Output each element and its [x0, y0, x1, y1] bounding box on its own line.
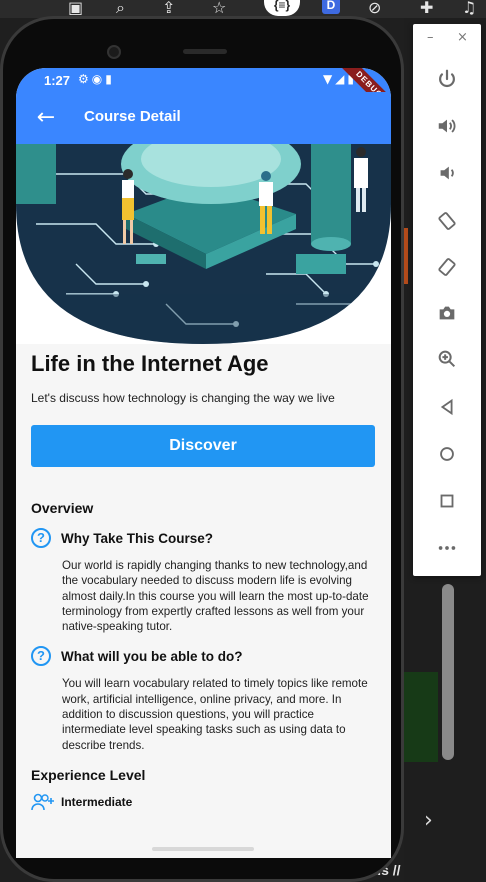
volume-up-icon	[438, 119, 456, 133]
rotate-right-icon	[438, 258, 456, 276]
more-horizontal-icon	[438, 546, 456, 550]
rotate-right-button[interactable]	[430, 250, 464, 284]
back-nav-button[interactable]	[430, 390, 464, 424]
people-add-icon	[31, 793, 54, 811]
back-triangle-icon	[440, 398, 453, 416]
overview-nav-button[interactable]	[430, 484, 464, 518]
app-bar: ← Course Detail	[16, 92, 391, 144]
emulator-minimize-button[interactable]: –	[427, 30, 434, 45]
rotate-left-icon	[438, 212, 456, 230]
zoom-in-icon	[438, 350, 456, 368]
app-screen: 1:27 ⚙◉▮ ▼◢▮ DEBUG ← Course Detail Life …	[16, 68, 391, 858]
host-share-icon[interactable]: ⇪	[162, 0, 175, 17]
course-title: Life in the Internet Age	[31, 351, 269, 376]
host-scrollbar[interactable]	[442, 584, 454, 760]
power-icon	[439, 69, 455, 87]
course-content: Life in the Internet Age Let's discuss h…	[31, 351, 376, 811]
experience-level-value: Intermediate	[61, 794, 133, 809]
overview-heading: Overview	[31, 500, 94, 516]
discover-button[interactable]: Discover	[31, 425, 375, 467]
host-json-extension-icon[interactable]: {≡}	[264, 0, 300, 16]
overview-square-icon	[440, 494, 454, 508]
course-hero-illustration	[16, 144, 391, 344]
back-arrow-icon[interactable]: ←	[32, 104, 60, 132]
phone-speaker	[183, 49, 227, 54]
status-notification-icons: ⚙◉▮	[78, 72, 115, 86]
power-button[interactable]	[430, 62, 464, 96]
outcomes-title: What will you be able to do?	[61, 648, 243, 664]
host-d-extension-icon[interactable]: D	[322, 0, 340, 14]
host-chevron-right-icon[interactable]: ›	[424, 808, 433, 833]
help-circle-icon: ?	[31, 646, 51, 667]
outcomes-row: ? What will you be able to do?	[31, 646, 376, 667]
emulator-toolbar: – ×	[413, 24, 481, 576]
status-time: 1:27	[44, 73, 71, 88]
why-take-row: ? Why Take This Course?	[31, 528, 376, 548]
home-nav-button[interactable]	[430, 437, 464, 471]
host-green-block	[404, 672, 438, 762]
host-music-icon[interactable]: ♫	[462, 0, 476, 17]
rotate-left-button[interactable]	[430, 204, 464, 238]
more-options-button[interactable]	[430, 531, 464, 565]
help-circle-icon: ?	[31, 528, 51, 548]
why-take-title: Why Take This Course?	[61, 530, 214, 546]
volume-down-icon	[440, 166, 454, 180]
host-window-icon[interactable]: ▣	[68, 0, 83, 17]
volume-down-button[interactable]	[430, 156, 464, 190]
gesture-nav-pill[interactable]	[152, 847, 254, 851]
front-camera	[107, 45, 121, 59]
why-take-body: Our world is rapidly changing thanks to …	[62, 559, 369, 634]
course-subtitle: Let's discuss how technology is changing…	[31, 391, 335, 405]
experience-level-row: Intermediate	[31, 793, 376, 811]
host-orange-strip	[404, 228, 408, 284]
camera-icon	[439, 306, 455, 320]
app-bar-title: Course Detail	[84, 108, 181, 125]
host-star-icon[interactable]: ☆	[212, 0, 226, 17]
outcomes-body: You will learn vocabulary related to tim…	[62, 677, 368, 752]
host-puzzle-icon[interactable]: ✚	[420, 0, 433, 17]
emulator-close-button[interactable]: ×	[457, 30, 468, 45]
hero-image	[16, 144, 391, 344]
experience-level-heading: Experience Level	[31, 766, 146, 783]
zoom-button[interactable]	[430, 342, 464, 376]
volume-up-button[interactable]	[430, 109, 464, 143]
screenshot-button[interactable]	[430, 296, 464, 330]
home-circle-icon	[440, 447, 454, 461]
host-compass-icon[interactable]: ⊘	[368, 0, 381, 17]
status-bar: 1:27 ⚙◉▮ ▼◢▮ DEBUG	[16, 68, 391, 123]
